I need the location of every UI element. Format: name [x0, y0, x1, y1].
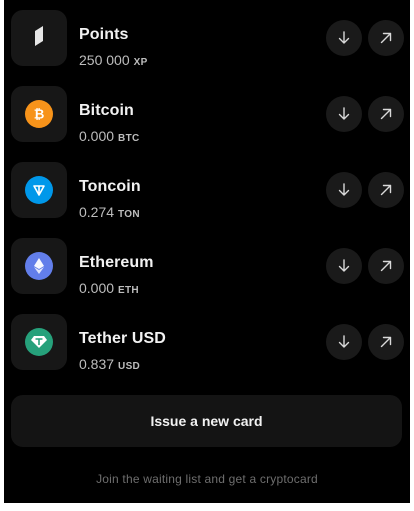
- arrow-down-icon: [336, 106, 352, 122]
- receive-button[interactable]: [326, 96, 362, 132]
- toncoin-icon: [25, 176, 53, 204]
- amount-unit: XP: [133, 57, 148, 68]
- arrow-up-right-icon: [378, 334, 394, 350]
- tether-icon: [25, 328, 53, 356]
- amount-value: 250 000: [79, 52, 130, 68]
- arrow-up-right-icon: [378, 182, 394, 198]
- send-button[interactable]: [368, 96, 404, 132]
- wallet-panel: Points 250 000 XP ₿ Bitcoin 0.000 BTC To…: [4, 0, 410, 503]
- amount-unit: TON: [118, 209, 140, 220]
- bitcoin-icon: ₿: [25, 100, 53, 128]
- send-button[interactable]: [368, 20, 404, 56]
- asset-amount: 0.274 TON: [79, 204, 140, 220]
- receive-button[interactable]: [326, 324, 362, 360]
- amount-unit: USD: [118, 361, 141, 372]
- receive-button[interactable]: [326, 248, 362, 284]
- asset-row-bitcoin[interactable]: ₿ Bitcoin 0.000 BTC: [4, 84, 410, 160]
- asset-name: Toncoin: [79, 178, 141, 195]
- receive-button[interactable]: [326, 172, 362, 208]
- svg-text:₿: ₿: [34, 108, 45, 123]
- arrow-down-icon: [336, 30, 352, 46]
- issue-new-card-button[interactable]: Issue a new card: [11, 395, 402, 447]
- asset-row-toncoin[interactable]: Toncoin 0.274 TON: [4, 160, 410, 236]
- asset-amount: 0.000 BTC: [79, 128, 140, 144]
- asset-row-tether[interactable]: Tether USD 0.837 USD: [4, 312, 410, 388]
- asset-name: Ethereum: [79, 254, 154, 271]
- asset-name: Points: [79, 26, 129, 43]
- arrow-up-right-icon: [378, 258, 394, 274]
- asset-amount: 0.837 USD: [79, 356, 140, 372]
- send-button[interactable]: [368, 172, 404, 208]
- asset-tile: [11, 314, 67, 370]
- arrow-up-right-icon: [378, 106, 394, 122]
- send-button[interactable]: [368, 248, 404, 284]
- amount-value: 0.000: [79, 280, 115, 296]
- arrow-up-right-icon: [378, 30, 394, 46]
- ethereum-icon: [25, 252, 53, 280]
- asset-tile: [11, 238, 67, 294]
- asset-row-points[interactable]: Points 250 000 XP: [4, 8, 410, 84]
- send-button[interactable]: [368, 324, 404, 360]
- asset-tile: [11, 10, 67, 66]
- arrow-down-icon: [336, 182, 352, 198]
- asset-amount: 250 000 XP: [79, 52, 148, 68]
- arrow-down-icon: [336, 258, 352, 274]
- asset-name: Bitcoin: [79, 102, 134, 119]
- asset-tile: ₿: [11, 86, 67, 142]
- amount-unit: ETH: [118, 285, 139, 296]
- asset-name: Tether USD: [79, 330, 166, 347]
- asset-row-ethereum[interactable]: Ethereum 0.000 ETH: [4, 236, 410, 312]
- asset-tile: [11, 162, 67, 218]
- asset-amount: 0.000 ETH: [79, 280, 139, 296]
- amount-unit: BTC: [118, 133, 140, 144]
- waitlist-note: Join the waiting list and get a cryptoca…: [96, 472, 318, 486]
- amount-value: 0.000: [79, 128, 115, 144]
- receive-button[interactable]: [326, 20, 362, 56]
- points-icon: [31, 24, 47, 53]
- arrow-down-icon: [336, 334, 352, 350]
- amount-value: 0.274: [79, 204, 115, 220]
- amount-value: 0.837: [79, 356, 115, 372]
